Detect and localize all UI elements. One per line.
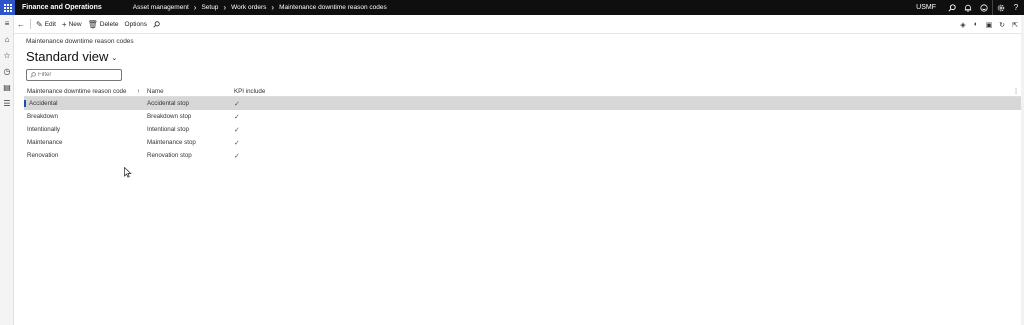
new-label: New (68, 20, 82, 28)
delete-button[interactable]: 🗑 Delete (85, 15, 122, 34)
company-picker[interactable]: USMF (916, 4, 936, 11)
column-options-icon[interactable]: ⋮ (291, 88, 1023, 95)
trash-icon: 🗑 (87, 19, 98, 29)
cell-code[interactable]: Renovation (24, 152, 144, 159)
table-row[interactable]: Breakdown Breakdown stop ✓ (24, 110, 1023, 123)
filter-input[interactable] (38, 72, 118, 78)
chevron-right-icon: › (223, 2, 227, 12)
options-button[interactable]: Options (122, 15, 150, 34)
breadcrumb-item-asset-management[interactable]: Asset management (133, 4, 189, 11)
gear-icon[interactable] (992, 0, 1008, 15)
plus-icon: + (61, 19, 67, 29)
cell-kpi-include[interactable]: ✓ (231, 113, 291, 121)
help-icon[interactable]: ? (1008, 0, 1024, 15)
chevron-right-icon: › (271, 2, 275, 12)
breadcrumb-item-work-orders[interactable]: Work orders (231, 4, 266, 11)
main-content: Maintenance downtime reason codes Standa… (22, 34, 1024, 325)
modules-list-icon[interactable]: ☰ (0, 95, 14, 111)
view-selector[interactable]: Standard view ⌄ (26, 49, 117, 64)
app-name[interactable]: Finance and Operations (22, 4, 102, 11)
filter-box[interactable] (26, 69, 122, 81)
action-pane-right-tools: ◈ ◐ ▣ ↻ ⇱ (958, 15, 1020, 34)
edit-label: Edit (44, 20, 56, 28)
cell-name[interactable]: Renovation stop (144, 152, 231, 159)
page-caption: Maintenance downtime reason codes (26, 38, 134, 45)
chevron-right-icon: › (193, 2, 197, 12)
app-launcher-button[interactable] (0, 0, 15, 15)
table-row[interactable]: Renovation Renovation stop ✓ (24, 149, 1023, 162)
table-row[interactable]: Accidental Accidental stop ✓ (24, 97, 1023, 110)
cell-name[interactable]: Intentional stop (144, 126, 231, 133)
cell-code[interactable]: Breakdown (24, 113, 144, 120)
cell-kpi-include[interactable]: ✓ (231, 126, 291, 134)
cell-code[interactable]: Accidental (24, 100, 144, 107)
edit-button[interactable]: ✎ Edit (33, 15, 59, 34)
divider (30, 19, 31, 29)
cell-code[interactable]: Maintenance (24, 139, 144, 146)
pencil-icon: ✎ (36, 19, 43, 29)
hamburger-menu-icon[interactable]: ≡ (0, 15, 14, 31)
cell-name[interactable]: Maintenance stop (144, 139, 231, 146)
table-row[interactable]: Maintenance Maintenance stop ✓ (24, 136, 1023, 149)
action-pane: ← ✎ Edit + New 🗑 Delete Options ◈ ◐ ▣ ↻ … (14, 15, 1024, 34)
chevron-down-icon: ⌄ (111, 54, 118, 62)
breadcrumb: Asset management › Setup › Work orders ›… (133, 2, 387, 12)
options-label: Options (124, 20, 147, 28)
cell-name[interactable]: Accidental stop (144, 100, 231, 107)
search-actions-button[interactable] (150, 15, 163, 34)
back-button[interactable]: ← (14, 15, 28, 34)
search-icon[interactable] (944, 0, 960, 15)
cell-kpi-include[interactable]: ✓ (231, 100, 291, 108)
delete-label: Delete (99, 20, 119, 28)
column-header-code-label: Maintenance downtime reason code (27, 87, 127, 95)
view-name: Standard view (26, 49, 109, 64)
star-icon[interactable]: ☆ (0, 47, 14, 63)
bell-icon[interactable] (960, 0, 976, 15)
breadcrumb-item-setup[interactable]: Setup (201, 4, 218, 11)
smiley-icon[interactable] (976, 0, 992, 15)
new-button[interactable]: + New (59, 15, 85, 34)
diamond-icon[interactable]: ◈ (958, 20, 968, 30)
top-right-tools: USMF ? (916, 0, 1024, 15)
open-new-window-icon[interactable]: ⇱ (1010, 20, 1020, 30)
reason-codes-grid: Maintenance downtime reason code ↑ Name … (24, 86, 1023, 162)
back-arrow-icon: ← (17, 19, 25, 29)
office-icon[interactable]: ◐ (971, 20, 981, 30)
column-header-name[interactable]: Name (144, 88, 231, 95)
grid-header: Maintenance downtime reason code ↑ Name … (24, 86, 1023, 97)
clock-icon[interactable]: ◷ (0, 63, 14, 79)
cell-name[interactable]: Breakdown stop (144, 113, 231, 120)
breadcrumb-item-maintenance-downtime-reason-codes[interactable]: Maintenance downtime reason codes (279, 4, 387, 11)
column-header-code[interactable]: Maintenance downtime reason code ↑ (24, 88, 144, 95)
notes-icon[interactable]: ▣ (984, 20, 994, 30)
filter-search-icon (30, 72, 36, 78)
top-navigation-bar: Finance and Operations Asset management … (0, 0, 1024, 15)
mouse-cursor-icon (124, 167, 132, 178)
column-header-kpi-include[interactable]: KPI include (231, 88, 291, 95)
workspaces-icon[interactable]: ▤ (0, 79, 14, 95)
cell-kpi-include[interactable]: ✓ (231, 152, 291, 160)
search-icon (153, 20, 160, 28)
cell-kpi-include[interactable]: ✓ (231, 139, 291, 147)
cell-code[interactable]: Intentionally (24, 126, 144, 133)
home-icon[interactable]: ⌂ (0, 31, 14, 47)
waffle-icon (3, 3, 12, 12)
refresh-icon[interactable]: ↻ (997, 20, 1007, 30)
table-row[interactable]: Intentionally Intentional stop ✓ (24, 123, 1023, 136)
left-navigation-pane: ≡ ⌂ ☆ ◷ ▤ ☰ (0, 15, 14, 325)
sort-ascending-icon: ↑ (136, 87, 140, 95)
